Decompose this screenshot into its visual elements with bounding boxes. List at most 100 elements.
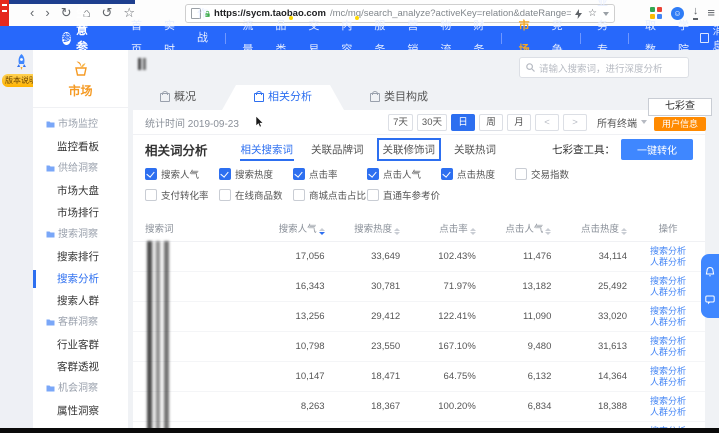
date-button-<[interactable]: < xyxy=(535,114,559,131)
filter-点击热度[interactable]: 点击热度 xyxy=(441,167,515,181)
logo-icon: 参 xyxy=(62,32,71,45)
history-icon[interactable]: ↺ xyxy=(101,3,112,23)
subtab-相关搜索词[interactable]: 相关搜索词 xyxy=(236,138,299,161)
action-link-人群分析[interactable]: 人群分析 xyxy=(635,317,701,328)
browser-menu-icon[interactable]: ≡ xyxy=(707,5,715,21)
date-button-周[interactable]: 周 xyxy=(479,114,503,131)
sort-icon[interactable] xyxy=(319,228,325,235)
subtab-关联品牌词[interactable]: 关联品牌词 xyxy=(306,138,369,161)
qicai-cha-button[interactable]: 七彩查 xyxy=(648,98,712,116)
action-link-搜索分析[interactable]: 搜索分析 xyxy=(635,396,701,407)
filter-商城点击占比[interactable]: 商城点击占比 xyxy=(293,188,367,202)
column-header-搜索热度[interactable]: 搜索热度 xyxy=(329,215,405,242)
checkbox-icon[interactable] xyxy=(293,168,305,180)
sidebar-item-搜索分析[interactable]: 搜索分析 xyxy=(33,268,128,290)
checkbox-icon[interactable] xyxy=(219,189,231,201)
browser-tab-edge[interactable] xyxy=(0,0,9,26)
column-header-点击热度[interactable]: 点击热度 xyxy=(555,215,631,242)
sort-icon[interactable] xyxy=(470,228,476,235)
date-button->[interactable]: > xyxy=(563,114,587,131)
action-link-搜索分析[interactable]: 搜索分析 xyxy=(635,336,701,347)
checkbox-icon[interactable] xyxy=(145,168,157,180)
filter-交易指数[interactable]: 交易指数 xyxy=(515,167,589,181)
value-cell: 102.43% xyxy=(404,242,480,272)
chat-icon[interactable] xyxy=(705,295,715,305)
bell-icon[interactable] xyxy=(705,267,715,277)
checkbox-icon[interactable] xyxy=(219,168,231,180)
rocket-icon[interactable] xyxy=(14,54,29,72)
qicai-tools: 七彩查工具： 一键转化 xyxy=(552,139,693,160)
date-button-30天[interactable]: 30天 xyxy=(417,114,447,131)
filter-点击率[interactable]: 点击率 xyxy=(293,167,367,181)
forward-icon[interactable]: › xyxy=(45,3,49,23)
sidebar-item-搜索人群[interactable]: 搜索人群 xyxy=(33,290,128,312)
checkbox-icon[interactable] xyxy=(367,168,379,180)
sidebar-item-属性洞察[interactable]: 属性洞察 xyxy=(33,400,128,422)
metric-filters: 搜索人气搜索热度点击率点击人气点击热度交易指数 支付转化率在线商品数商城点击占比… xyxy=(133,163,705,211)
keyword-search-input[interactable]: 请输入搜索词，进行深度分析 xyxy=(519,57,689,78)
sort-icon[interactable] xyxy=(545,228,551,235)
terminal-filter[interactable]: 所有终端 xyxy=(597,115,647,130)
action-link-人群分析[interactable]: 人群分析 xyxy=(635,257,701,268)
terminal-filter-label: 所有终端 xyxy=(597,115,637,130)
date-button-7天[interactable]: 7天 xyxy=(388,114,413,131)
checkbox-icon[interactable] xyxy=(441,168,453,180)
stat-time: 统计时间 2019-09-23 xyxy=(145,115,239,130)
sort-icon[interactable] xyxy=(394,228,400,235)
value-cell: 10,798 xyxy=(253,332,329,362)
checkbox-icon[interactable] xyxy=(293,189,305,201)
subtab-关联热词[interactable]: 关联热词 xyxy=(449,138,501,161)
action-link-搜索分析[interactable]: 搜索分析 xyxy=(635,366,701,377)
filter-直通车参考价[interactable]: 直通车参考价 xyxy=(367,188,441,202)
action-link-人群分析[interactable]: 人群分析 xyxy=(635,407,701,418)
tab-类目构成[interactable]: 类目构成 xyxy=(344,85,454,110)
section-title: 相关词分析 xyxy=(145,140,208,159)
one-key-convert-button[interactable]: 一键转化 xyxy=(621,139,693,160)
action-link-人群分析[interactable]: 人群分析 xyxy=(635,287,701,298)
column-header-点击人气[interactable]: 点击人气 xyxy=(480,215,556,242)
keyword-cell xyxy=(133,362,253,392)
checkbox-icon[interactable] xyxy=(515,168,527,180)
date-button-日[interactable]: 日 xyxy=(451,114,475,131)
sidebar-item-搜索洞察: 搜索洞察 xyxy=(33,224,128,246)
action-link-人群分析[interactable]: 人群分析 xyxy=(635,377,701,388)
column-header-搜索人气[interactable]: 搜索人气 xyxy=(253,215,329,242)
action-link-搜索分析[interactable]: 搜索分析 xyxy=(635,306,701,317)
filter-在线商品数[interactable]: 在线商品数 xyxy=(219,188,293,202)
sort-icon[interactable] xyxy=(621,228,627,235)
sidebar-item-市场大盘[interactable]: 市场大盘 xyxy=(33,180,128,202)
side-helper-widget[interactable] xyxy=(701,254,719,318)
keyword-cell xyxy=(133,242,253,272)
column-header-点击率[interactable]: 点击率 xyxy=(404,215,480,242)
sidebar-item-监控看板[interactable]: 监控看板 xyxy=(33,136,128,158)
filter-搜索热度[interactable]: 搜索热度 xyxy=(219,167,293,181)
actions-cell: 搜索分析人群分析 xyxy=(631,242,705,272)
actions-cell: 搜索分析人群分析 xyxy=(631,362,705,392)
date-button-月[interactable]: 月 xyxy=(507,114,531,131)
tab-概况[interactable]: 概况 xyxy=(134,85,222,110)
table-row: 10,79823,550167.10%9,48031,613搜索分析人群分析 xyxy=(133,332,705,362)
messages-button[interactable]: 消息 xyxy=(700,23,719,53)
action-link-人群分析[interactable]: 人群分析 xyxy=(635,347,701,358)
tab-相关分析[interactable]: 相关分析 xyxy=(222,85,344,110)
sidebar-item-市场排行[interactable]: 市场排行 xyxy=(33,202,128,224)
chevron-down-icon xyxy=(641,120,647,124)
subtab-关联修饰词[interactable]: 关联修饰词 xyxy=(377,138,442,161)
back-icon[interactable]: ‹ xyxy=(30,3,34,23)
action-link-搜索分析[interactable]: 搜索分析 xyxy=(635,276,701,287)
filter-点击人气[interactable]: 点击人气 xyxy=(367,167,441,181)
filter-搜索人气[interactable]: 搜索人气 xyxy=(145,167,219,181)
sidebar-item-搜索排行[interactable]: 搜索排行 xyxy=(33,246,128,268)
tab-lock-icon xyxy=(370,93,380,102)
filter-row-2: 支付转化率在线商品数商城点击占比直通车参考价 xyxy=(145,188,693,202)
filter-支付转化率[interactable]: 支付转化率 xyxy=(145,188,219,202)
value-cell: 30,781 xyxy=(329,272,405,302)
sidebar-item-客群透视[interactable]: 客群透视 xyxy=(33,356,128,378)
checkbox-icon[interactable] xyxy=(145,189,157,201)
checkbox-icon[interactable] xyxy=(367,189,379,201)
tab-lock-icon xyxy=(254,93,264,102)
user-info-button[interactable]: 用户信息 xyxy=(654,117,706,131)
action-link-搜索分析[interactable]: 搜索分析 xyxy=(635,246,701,257)
related-words-table-wrap: 搜索词搜索人气搜索热度点击率点击人气点击热度操作 17,05633,649102… xyxy=(133,215,705,433)
sidebar-item-行业客群[interactable]: 行业客群 xyxy=(33,334,128,356)
